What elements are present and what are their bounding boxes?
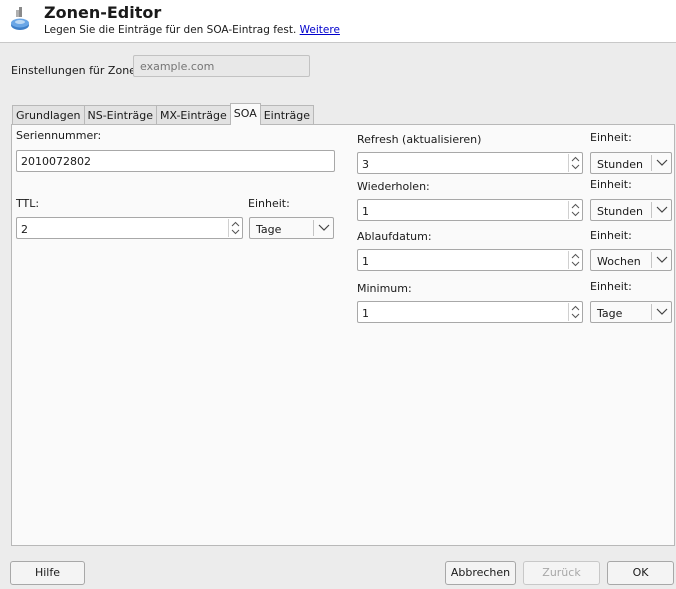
zone-label: Einstellungen für Zone xyxy=(11,64,136,77)
spin-arrows-icon[interactable] xyxy=(568,303,581,321)
spin-arrows-icon[interactable] xyxy=(568,251,581,269)
page-subtitle: Legen Sie die Einträge für den SOA-Eintr… xyxy=(44,24,340,36)
page-title: Zonen-Editor xyxy=(44,3,162,22)
tab-label: MX-Einträge xyxy=(159,109,227,122)
ttl-unit-value: Tage xyxy=(256,223,282,236)
tab-soa[interactable]: SOA xyxy=(229,103,261,125)
expire-unit-value: Wochen xyxy=(597,255,641,268)
ttl-unit-label: Einheit: xyxy=(248,197,290,210)
ttl-label: TTL: xyxy=(16,197,40,210)
chevron-down-icon xyxy=(651,304,671,320)
expire-label: Ablaufdatum: xyxy=(357,230,432,243)
tab-mx-eintraege[interactable]: MX-Einträge xyxy=(155,105,231,125)
chevron-down-icon xyxy=(651,202,671,218)
minimum-unit-label: Einheit: xyxy=(590,280,632,293)
refresh-label: Refresh (aktualisieren) xyxy=(357,133,482,146)
minimum-unit-select[interactable]: Tage xyxy=(590,301,672,323)
dialog-header: Zonen-Editor Legen Sie die Einträge für … xyxy=(0,0,676,42)
tab-label: Grundlagen xyxy=(16,109,81,122)
more-link[interactable]: Weitere xyxy=(300,24,340,36)
chevron-down-icon xyxy=(651,155,671,171)
tab-ns-eintraege[interactable]: NS-Einträge xyxy=(83,105,157,125)
serial-label: Seriennummer: xyxy=(16,129,102,142)
tab-grundlagen[interactable]: Grundlagen xyxy=(12,105,85,125)
retry-spinbox[interactable]: 1 xyxy=(357,199,583,221)
retry-unit-value: Stunden xyxy=(597,205,643,218)
retry-unit-label: Einheit: xyxy=(590,178,632,191)
spin-arrows-icon[interactable] xyxy=(568,154,581,172)
minimum-unit-value: Tage xyxy=(597,307,623,320)
minimum-label: Minimum: xyxy=(357,282,412,295)
tab-eintraege[interactable]: Einträge xyxy=(259,105,315,125)
main-panel: Einstellungen für Zone Grundlagen NS-Ein… xyxy=(0,42,676,589)
retry-value: 1 xyxy=(362,205,369,218)
refresh-unit-value: Stunden xyxy=(597,158,643,171)
chevron-down-icon xyxy=(651,252,671,268)
ok-button[interactable]: OK xyxy=(607,561,674,585)
serial-number-field[interactable]: 2010072802 xyxy=(16,150,335,172)
retry-label: Wiederholen: xyxy=(357,180,430,193)
tab-label: SOA xyxy=(233,107,257,120)
expire-unit-select[interactable]: Wochen xyxy=(590,249,672,271)
expire-unit-label: Einheit: xyxy=(590,229,632,242)
tab-bar: Grundlagen NS-Einträge MX-Einträge SOA E… xyxy=(12,103,315,125)
cancel-button[interactable]: Abbrechen xyxy=(445,561,516,585)
spin-arrows-icon[interactable] xyxy=(568,201,581,219)
expire-value: 1 xyxy=(362,255,369,268)
ttl-value: 2 xyxy=(21,223,28,236)
expire-spinbox[interactable]: 1 xyxy=(357,249,583,271)
subtitle-text: Legen Sie die Einträge für den SOA-Eintr… xyxy=(44,24,297,36)
ttl-spinbox[interactable]: 2 xyxy=(16,217,243,239)
zone-name-field xyxy=(133,55,310,77)
help-button[interactable]: Hilfe xyxy=(10,561,85,585)
tab-label: Einträge xyxy=(263,109,311,122)
refresh-unit-select[interactable]: Stunden xyxy=(590,152,672,174)
chevron-down-icon xyxy=(313,220,333,236)
minimum-value: 1 xyxy=(362,307,369,320)
refresh-spinbox[interactable]: 3 xyxy=(357,152,583,174)
ttl-unit-select[interactable]: Tage xyxy=(249,217,334,239)
refresh-value: 3 xyxy=(362,158,369,171)
soa-tab-page: Seriennummer: 2010072802 TTL: 2 Einheit:… xyxy=(11,124,675,546)
minimum-spinbox[interactable]: 1 xyxy=(357,301,583,323)
network-computer-icon xyxy=(10,6,32,32)
back-button[interactable]: Zurück xyxy=(523,561,600,585)
retry-unit-select[interactable]: Stunden xyxy=(590,199,672,221)
tab-label: NS-Einträge xyxy=(87,109,153,122)
refresh-unit-label: Einheit: xyxy=(590,131,632,144)
spin-arrows-icon[interactable] xyxy=(228,219,241,237)
